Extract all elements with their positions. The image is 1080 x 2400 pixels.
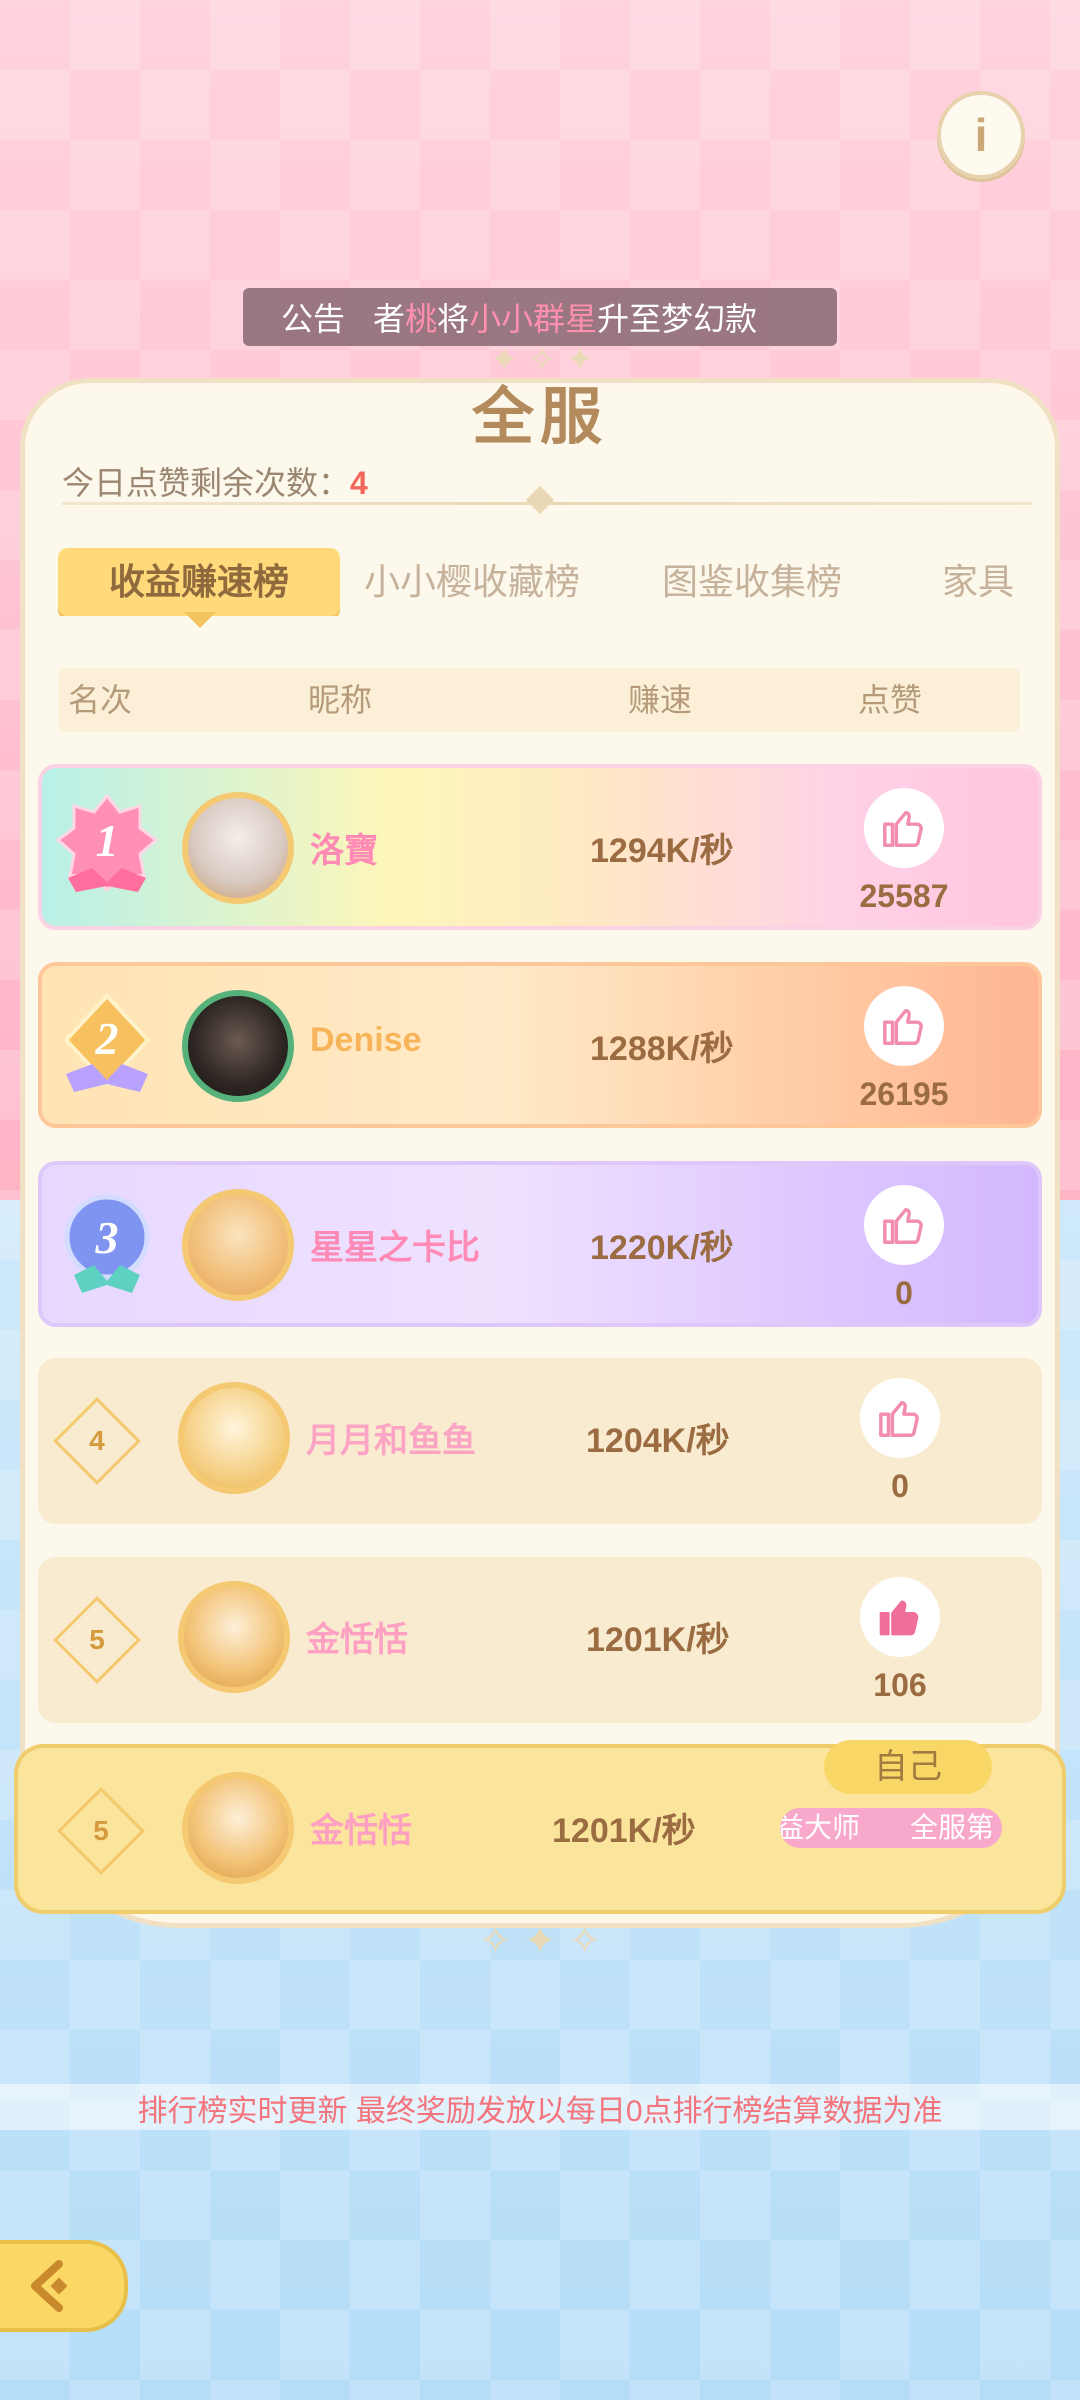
like-button[interactable] <box>864 1185 944 1265</box>
avatar[interactable] <box>182 1772 294 1884</box>
footnote: 排行榜实时更新 最终奖励发放以每日0点排行榜结算数据为准 <box>137 2095 943 2128</box>
rank-number: 3 <box>95 1212 119 1263</box>
tab-collection[interactable]: 小小樱收藏榜 <box>364 548 580 616</box>
table-row[interactable]: 1 洛寶 1294K/秒 25587 <box>38 764 1042 930</box>
self-tag: 自己 <box>824 1740 992 1794</box>
earning-speed: 1294K/秒 <box>590 832 734 870</box>
star-ornament-icon: ✧ ✦ ✧ <box>478 1919 602 1963</box>
like-count: 26195 <box>859 1076 949 1112</box>
info-button[interactable]: i <box>918 91 1044 179</box>
like-count: 0 <box>891 1468 909 1504</box>
header-rank: 名次 <box>68 682 133 718</box>
announcement-highlight-1: 桃 <box>405 301 438 337</box>
header-like: 点赞 <box>858 682 923 718</box>
earning-speed: 1204K/秒 <box>586 1422 730 1460</box>
earning-speed: 1201K/秒 <box>586 1621 730 1659</box>
tab-earning-speed[interactable]: 收益赚速榜 <box>58 548 340 616</box>
title-badge: 益大师 全服第 <box>780 1808 1002 1848</box>
announcement-label: 公告 <box>281 301 346 337</box>
avatar[interactable] <box>182 792 294 904</box>
thumbs-up-filled-icon <box>879 1600 919 1636</box>
earning-speed: 1201K/秒 <box>552 1812 696 1850</box>
like-button[interactable] <box>864 986 944 1066</box>
rank-number: 5 <box>93 1815 109 1846</box>
avatar[interactable] <box>182 1189 294 1301</box>
tab-gallery[interactable]: 图鉴收集榜 <box>662 548 842 616</box>
announcement-text-post: 升至梦幻款 <box>597 301 758 337</box>
tab-furniture[interactable]: 家具 <box>942 548 1014 616</box>
player-nickname: 金恬恬 <box>310 1812 412 1850</box>
title-badge-text: 益大师 <box>780 1812 861 1843</box>
avatar[interactable] <box>178 1382 290 1494</box>
rank-1-medal-icon: 1 <box>55 793 159 893</box>
rank-2-medal-icon: 2 <box>63 993 151 1092</box>
rank-number: 2 <box>95 1013 119 1064</box>
avatar[interactable] <box>178 1581 290 1693</box>
rank-number: 4 <box>89 1425 105 1456</box>
active-tab-pointer <box>184 612 216 628</box>
info-icon: i <box>937 91 1025 179</box>
announcement-highlight-2: 小小群星 <box>469 301 598 337</box>
back-arrow-icon <box>31 2260 68 2312</box>
announcement-banner: 公告 者桃将小小群星 升至梦幻款 <box>243 288 837 346</box>
earning-speed: 1220K/秒 <box>590 1229 734 1267</box>
thumbs-up-icon <box>883 810 923 847</box>
player-nickname: 洛寶 <box>310 832 378 870</box>
remaining-likes-label: 今日点赞剩余次数： <box>62 465 351 501</box>
earning-speed: 1288K/秒 <box>590 1030 734 1068</box>
remaining-likes-count: 4 <box>350 465 368 501</box>
player-nickname: Denise <box>310 1021 422 1059</box>
page-title: 全服 <box>471 383 608 452</box>
player-nickname: 星星之卡比 <box>310 1229 480 1267</box>
tab-bar: 收益赚速榜 小小樱收藏榜 图鉴收集榜 家具 <box>58 548 1048 616</box>
like-count: 106 <box>873 1667 927 1703</box>
announcement-text-pre: 者 <box>373 301 406 337</box>
thumbs-up-icon <box>879 1400 919 1437</box>
like-count: 0 <box>895 1275 913 1311</box>
table-header: 名次 昵称 赚速 点赞 <box>58 668 1020 732</box>
avatar[interactable] <box>182 990 294 1102</box>
player-nickname: 月月和鱼鱼 <box>306 1422 476 1460</box>
rank-number: 5 <box>89 1624 105 1655</box>
like-button[interactable] <box>860 1577 940 1657</box>
like-button[interactable] <box>864 788 944 868</box>
back-button[interactable] <box>0 2240 128 2332</box>
table-row[interactable]: 4 月月和鱼鱼 1204K/秒 0 <box>38 1358 1042 1524</box>
table-row[interactable]: 5 金恬恬 1201K/秒 106 <box>38 1557 1042 1723</box>
table-row[interactable]: 3 星星之卡比 1220K/秒 0 <box>38 1161 1042 1327</box>
remaining-likes: 今日点赞剩余次数：4 <box>62 458 368 504</box>
thumbs-up-icon <box>883 1008 923 1045</box>
title-badge-text-2: 全服第 <box>910 1812 995 1843</box>
like-count: 25587 <box>859 878 949 914</box>
player-nickname: 金恬恬 <box>306 1621 408 1659</box>
like-button[interactable] <box>860 1378 940 1458</box>
header-nickname: 昵称 <box>308 682 373 718</box>
rank-number: 1 <box>96 815 119 866</box>
table-row[interactable]: 2 Denise 1288K/秒 26195 <box>38 962 1042 1128</box>
header-speed: 赚速 <box>628 682 693 718</box>
rank-3-medal-icon: 3 <box>64 1194 150 1293</box>
thumbs-up-icon <box>883 1207 923 1244</box>
announcement-text-mid: 将 <box>437 301 470 337</box>
